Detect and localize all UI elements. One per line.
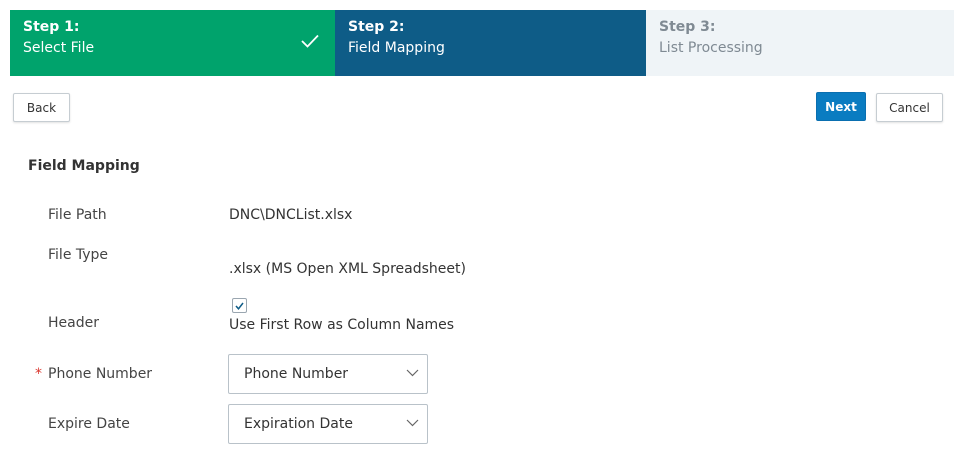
expire-date-select[interactable]: Expiration Date <box>228 404 428 444</box>
required-asterisk: * <box>35 366 42 382</box>
step-select-file[interactable]: Step 1: Select File <box>10 10 335 76</box>
phone-number-label: Phone Number <box>48 366 153 382</box>
step-title: Select File <box>23 40 95 56</box>
step-field-mapping[interactable]: Step 2: Field Mapping <box>335 10 646 76</box>
phone-number-select[interactable]: Phone Number <box>228 354 428 394</box>
file-path-label: File Path <box>48 207 107 223</box>
checkmark-icon <box>235 302 244 310</box>
chevron-down-icon <box>406 369 419 377</box>
section-title: Field Mapping <box>28 158 140 174</box>
phone-number-selected: Phone Number <box>244 366 349 382</box>
step-number: Step 1: <box>23 19 80 35</box>
expire-date-selected: Expiration Date <box>244 416 353 432</box>
wizard-steps: Step 1: Select File Step 2: Field Mappin… <box>10 10 954 76</box>
step-title: List Processing <box>659 40 763 56</box>
file-type-label: File Type <box>48 247 109 263</box>
expire-date-label: Expire Date <box>48 416 130 432</box>
file-type-value: .xlsx (MS Open XML Spreadsheet) <box>229 261 466 277</box>
chevron-down-icon <box>406 419 419 427</box>
next-button[interactable]: Next <box>816 92 866 121</box>
step-title: Field Mapping <box>348 40 445 56</box>
step-number: Step 3: <box>659 19 716 35</box>
cancel-button[interactable]: Cancel <box>876 93 943 122</box>
file-path-value: DNC\DNCList.xlsx <box>229 207 353 223</box>
back-button[interactable]: Back <box>13 93 70 122</box>
header-label: Header <box>48 315 99 331</box>
header-checkbox-label[interactable]: Use First Row as Column Names <box>229 317 454 333</box>
header-checkbox[interactable] <box>232 298 247 313</box>
check-icon <box>301 34 319 48</box>
step-list-processing[interactable]: Step 3: List Processing <box>646 10 954 76</box>
step-number: Step 2: <box>348 19 405 35</box>
